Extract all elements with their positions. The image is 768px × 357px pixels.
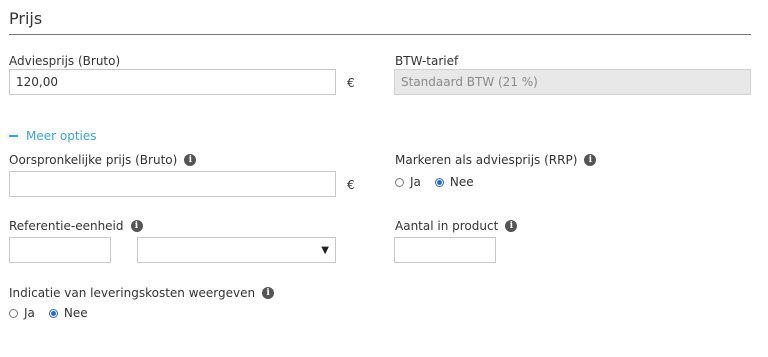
amount-input[interactable] [394,237,496,263]
info-icon[interactable]: i [184,154,197,166]
radio-label: Ja [24,306,35,320]
reference-unit-label: Referentie-eenheid [9,219,124,233]
delivery-costs-option-nee[interactable]: Nee [48,306,88,320]
mark-rrp-option-nee[interactable]: Nee [434,175,474,189]
advice-price-currency: € [347,76,355,90]
more-options-toggle[interactable]: Meer opties [9,129,97,143]
original-price-label-row: Oorspronkelijke prijs (Bruto) i [9,153,197,167]
mark-rrp-option-ja[interactable]: Ja [395,175,421,189]
advice-price-label: Adviesprijs (Bruto) [9,54,121,68]
radio-label: Ja [410,175,421,189]
amount-label: Aantal in product [395,219,499,233]
more-options-label: Meer opties [26,129,97,143]
radio-unchecked[interactable] [9,308,18,318]
delivery-costs-label-row: Indicatie van leveringskosten weergeven … [9,286,275,300]
info-icon[interactable]: i [130,220,143,232]
original-price-input[interactable] [9,171,336,197]
delivery-costs-radio-group: Ja Nee [9,306,102,320]
reference-unit-label-row: Referentie-eenheid i [9,219,143,233]
info-icon[interactable]: i [262,287,275,299]
original-price-label: Oorspronkelijke prijs (Bruto) [9,153,178,167]
original-price-currency: € [347,178,355,192]
advice-price-input[interactable]: 120,00 [9,69,336,95]
radio-checked[interactable] [434,177,444,187]
info-icon[interactable]: i [505,220,518,232]
chevron-down-icon: ▼ [321,244,329,256]
radio-label: Nee [449,175,474,189]
mark-rrp-radio-group: Ja Nee [395,175,488,189]
amount-label-row: Aantal in product i [395,219,518,233]
mark-rrp-label: Markeren als adviesprijs (RRP) [395,153,578,167]
vat-label: BTW-tarief [395,54,459,68]
vat-field: Standaard BTW (21 %) [394,69,751,95]
reference-unit-select[interactable]: ▼ [137,237,336,263]
reference-unit-input[interactable] [9,237,111,263]
info-icon[interactable]: i [584,154,597,166]
section-divider [9,34,751,35]
delivery-costs-option-ja[interactable]: Ja [9,306,35,320]
mark-rrp-label-row: Markeren als adviesprijs (RRP) i [395,153,597,167]
radio-label: Nee [63,306,88,320]
section-title: Prijs [9,9,43,28]
radio-unchecked[interactable] [395,177,404,187]
delivery-costs-label: Indicatie van leveringskosten weergeven [9,286,256,300]
minus-icon [9,135,18,137]
radio-checked[interactable] [48,308,58,318]
